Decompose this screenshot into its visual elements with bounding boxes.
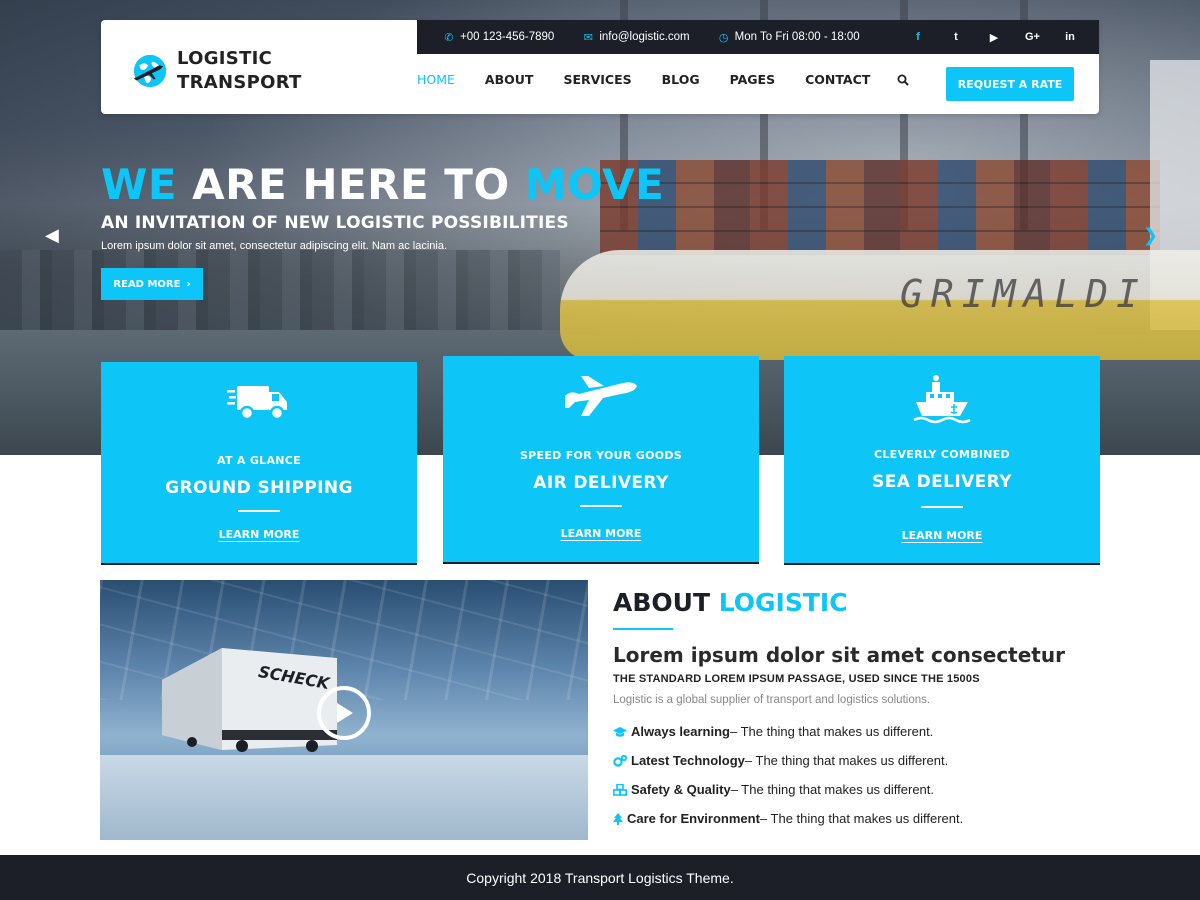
- main-nav: HOME ABOUT SERVICES BLOG PAGES CONTACT: [417, 72, 910, 87]
- globe-plane-icon: [133, 54, 167, 88]
- card-divider: [580, 505, 622, 507]
- top-info-bar: ✆ +00 123-456-7890 ✉ info@logistic.com ◷…: [417, 20, 1099, 54]
- request-rate-button[interactable]: REQUEST A RATE: [946, 67, 1074, 101]
- about-title-main: ABOUT: [613, 588, 711, 617]
- feature-item: Always learning – The thing that makes u…: [613, 724, 933, 739]
- warehouse-floor: [100, 755, 588, 840]
- card-kicker: SPEED FOR YOUR GOODS: [519, 449, 683, 462]
- email-text: info@logistic.com: [599, 31, 690, 43]
- feature-item: Safety & Quality – The thing that makes …: [613, 782, 934, 797]
- about-title-accent: LOGISTIC: [718, 588, 848, 617]
- hero-title-accent: MOVE: [524, 160, 665, 209]
- service-card-air: SPEED FOR YOUR GOODS AIR DELIVERY LEARN …: [443, 356, 759, 564]
- copyright-text: Copyright 2018 Transport Logistics Theme…: [466, 869, 734, 886]
- hero-containers: [600, 160, 1160, 255]
- read-more-button[interactable]: READ MORE ›: [101, 268, 203, 300]
- feature-title: Latest Technology: [631, 753, 745, 768]
- social-links: f t ▶ G+ in: [887, 20, 1077, 54]
- slider-prev-arrow-icon[interactable]: ◀: [45, 225, 59, 246]
- feature-text: – The thing that makes us different.: [730, 782, 935, 797]
- hero-subtitle: AN INVITATION OF NEW LOGISTIC POSSIBILIT…: [101, 213, 569, 233]
- card-divider: [238, 510, 280, 512]
- feature-text: – The thing that makes us different.: [744, 753, 949, 768]
- hours-info: ◷ Mon To Fri 08:00 - 18:00: [718, 31, 860, 44]
- tree-icon: [613, 812, 623, 825]
- clock-icon: ◷: [718, 31, 729, 44]
- feature-title: Safety & Quality: [631, 782, 731, 797]
- about-title: ABOUT LOGISTIC: [613, 588, 848, 617]
- learn-more-link[interactable]: LEARN MORE: [902, 529, 983, 542]
- card-divider: [921, 506, 963, 508]
- about-description: Logistic is a global supplier of transpo…: [613, 694, 931, 706]
- envelope-icon: ✉: [583, 31, 593, 44]
- truck-icon: [227, 386, 287, 421]
- nav-item-blog[interactable]: BLOG: [662, 72, 700, 87]
- play-video-button[interactable]: [317, 686, 371, 740]
- chevron-right-icon: ›: [186, 278, 191, 290]
- gears-icon: [613, 754, 627, 767]
- twitter-icon[interactable]: t: [949, 31, 963, 43]
- logo-line-2: TRANSPORT: [177, 72, 302, 93]
- nav-item-home[interactable]: HOME: [417, 72, 455, 87]
- feature-text: – The thing that makes us different.: [729, 724, 934, 739]
- hero-city-skyline: [0, 250, 560, 330]
- truck-trailer-image: [162, 648, 337, 752]
- feature-title: Care for Environment: [627, 811, 760, 826]
- plane-icon: [565, 376, 637, 416]
- learn-more-link[interactable]: LEARN MORE: [561, 527, 642, 540]
- google-plus-icon[interactable]: G+: [1025, 31, 1040, 43]
- card-title: GROUND SHIPPING: [165, 478, 353, 498]
- email-info[interactable]: ✉ info@logistic.com: [582, 31, 690, 44]
- logo-line-1: LOGISTIC: [177, 48, 273, 69]
- about-kicker: THE STANDARD LOREM IPSUM PASSAGE, USED S…: [613, 673, 980, 685]
- feature-item: Care for Environment – The thing that ma…: [613, 811, 963, 826]
- nav-item-pages[interactable]: PAGES: [730, 72, 776, 87]
- ship-icon: [913, 375, 971, 424]
- read-more-label: READ MORE: [113, 278, 181, 290]
- nav-item-services[interactable]: SERVICES: [563, 72, 631, 87]
- card-title: SEA DELIVERY: [872, 472, 1012, 492]
- service-card-sea: CLEVERLY COMBINED SEA DELIVERY LEARN MOR…: [784, 356, 1100, 565]
- about-divider: [613, 628, 673, 630]
- nav-item-contact[interactable]: CONTACT: [805, 72, 870, 87]
- about-heading: Lorem ipsum dolor sit amet consectetur: [613, 643, 1065, 667]
- hero-description: Lorem ipsum dolor sit amet, consectetur …: [101, 240, 448, 252]
- card-kicker: AT A GLANCE: [217, 454, 301, 467]
- logo-text: LOGISTIC TRANSPORT: [177, 47, 302, 95]
- phone-info[interactable]: ✆ +00 123-456-7890: [443, 31, 555, 44]
- linkedin-icon[interactable]: in: [1063, 31, 1077, 43]
- nav-item-about[interactable]: ABOUT: [485, 72, 534, 87]
- site-footer: Copyright 2018 Transport Logistics Theme…: [0, 855, 1200, 900]
- site-header: LOGISTIC TRANSPORT ✆ +00 123-456-7890 ✉ …: [101, 20, 1099, 114]
- search-icon[interactable]: [897, 74, 910, 86]
- feature-title: Always learning: [631, 724, 730, 739]
- play-icon: [337, 703, 353, 723]
- graduation-cap-icon: [613, 726, 627, 737]
- feature-text: – The thing that makes us different.: [759, 811, 964, 826]
- hero-ship-lettering: GRIMALDI: [900, 272, 1148, 316]
- phone-text: +00 123-456-7890: [460, 31, 555, 43]
- learn-more-link[interactable]: LEARN MORE: [219, 528, 300, 541]
- service-card-ground: AT A GLANCE GROUND SHIPPING LEARN MORE: [101, 362, 417, 565]
- hero-title-middle: ARE HERE TO: [192, 160, 510, 209]
- hero-title: WE ARE HERE TO MOVE: [101, 160, 664, 209]
- hours-text: Mon To Fri 08:00 - 18:00: [734, 31, 860, 43]
- card-kicker: CLEVERLY COMBINED: [874, 448, 1010, 461]
- slider-next-arrow-icon[interactable]: ❯: [1143, 225, 1158, 246]
- youtube-icon[interactable]: ▶: [987, 31, 1001, 44]
- phone-icon: ✆: [444, 31, 454, 44]
- cubes-icon: [613, 783, 627, 796]
- card-title: AIR DELIVERY: [533, 473, 669, 493]
- site-logo[interactable]: LOGISTIC TRANSPORT: [131, 47, 302, 95]
- feature-item: Latest Technology – The thing that makes…: [613, 753, 948, 768]
- hero-title-accent: WE: [101, 160, 178, 209]
- facebook-icon[interactable]: f: [911, 31, 925, 43]
